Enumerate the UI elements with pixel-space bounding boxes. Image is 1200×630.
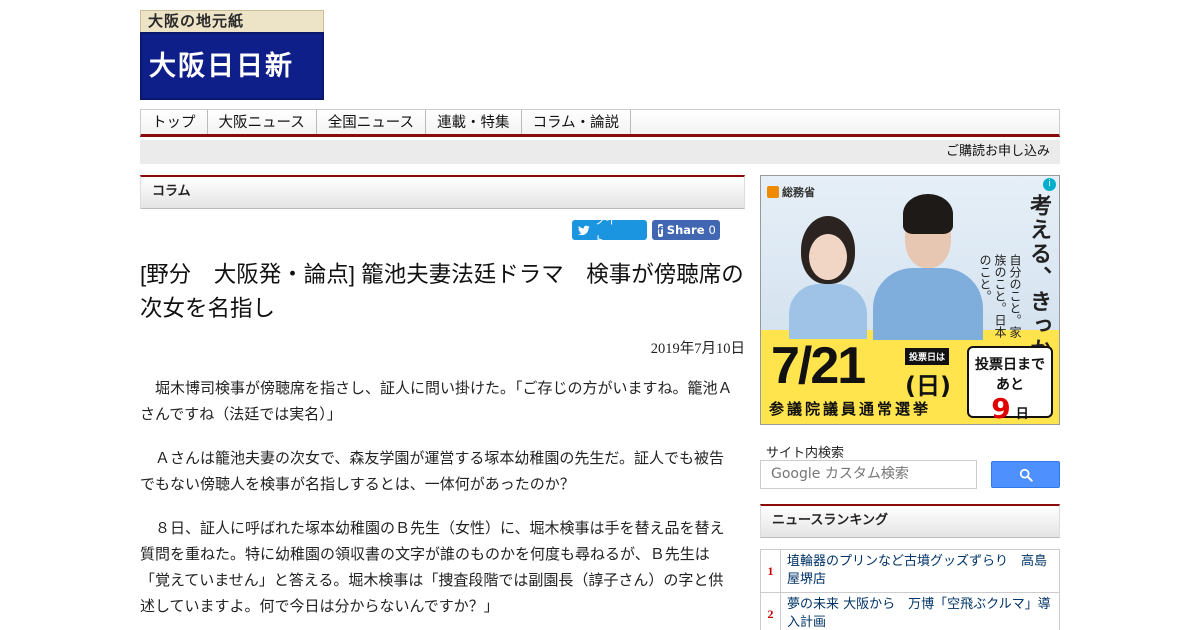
facebook-icon: f — [658, 223, 663, 237]
ranking-item[interactable]: 1 埴輪器のプリンなど古墳グッズずらり 高島屋堺店 — [760, 550, 1060, 593]
ranking-link[interactable]: 夢の未来 大阪から 万博「空飛ぶクルマ」導入計画 — [781, 593, 1059, 630]
tweet-button[interactable]: ツイート — [572, 213, 647, 247]
ranking-item[interactable]: 2 夢の未来 大阪から 万博「空飛ぶクルマ」導入計画 — [760, 593, 1060, 630]
ad-ministry-logo: 総務省 — [767, 184, 815, 200]
article-paragraph: ８日、証人に呼ばれた塚本幼稚園のＢ先生（女性）に、堀木検事は手を替え品を替え質問… — [140, 519, 725, 615]
ad-ministry: 総務省 — [782, 186, 815, 199]
ranking-number: 2 — [761, 593, 781, 630]
ad-banner[interactable]: i 総務省 考える、きっかけ。 自分のこと。家族のこと。日本のこと。 7/21 … — [760, 175, 1060, 425]
sub-bar: ご購読お申し込み — [140, 140, 1060, 164]
twitter-icon — [578, 225, 590, 235]
article-paragraph: Ａさんは籠池夫妻の次女で、森友学園が運営する塚本幼稚園の先生だ。証人でも被告でも… — [140, 449, 724, 493]
tweet-label: ツイート — [593, 213, 629, 247]
nav-item-osaka-news[interactable]: 大阪ニュース — [208, 110, 317, 134]
ad-countdown: 投票日まであと 9 日 — [967, 346, 1053, 424]
facebook-share-label: Share — [666, 223, 705, 237]
ad-election-name: 参議院議員通常選挙 — [769, 400, 932, 418]
logo-tagline: 大阪の地元紙 — [140, 10, 324, 32]
article-title: [野分 大阪発・論点] 籠池夫妻法廷ドラマ 検事が傍聴席の次女を名指し — [140, 262, 744, 321]
article-paragraph: 堀木博司検事が傍聴席を指さし、証人に問い掛けた。「ご存じの方がいますね。籠池Ａさ… — [140, 379, 733, 423]
nav-item-column[interactable]: コラム・論説 — [522, 110, 632, 134]
article-body: 堀木博司検事が傍聴席を指さし、証人に問い掛けた。「ご存じの方がいますね。籠池Ａさ… — [140, 375, 735, 630]
site-logo[interactable]: 大阪の地元紙 大阪日日新聞 — [140, 10, 324, 148]
article-date: 2019年7月10日 — [650, 341, 745, 357]
ad-info-icon[interactable]: i — [1043, 178, 1056, 191]
ad-countdown-number: 9 — [991, 392, 1011, 425]
ad-countdown-unit: 日 — [1015, 407, 1029, 422]
ministry-mark-icon — [767, 186, 779, 198]
search-input[interactable]: Google カスタム検索 — [760, 460, 977, 489]
site-search-label: サイト内検索 — [766, 446, 845, 461]
facebook-share-button[interactable]: f Share 0 — [652, 220, 720, 240]
nav-item-top[interactable]: トップ — [141, 110, 208, 134]
ranking-header: ニュースランキング — [760, 504, 1060, 538]
ad-tag: 投票日は — [905, 348, 950, 365]
ad-day: (日) — [905, 372, 951, 400]
nav-item-series[interactable]: 連載・特集 — [426, 110, 522, 134]
ranking-number: 1 — [761, 550, 781, 592]
ranking-link[interactable]: 埴輪器のプリンなど古墳グッズずらり 高島屋堺店 — [781, 550, 1059, 592]
ad-countdown-label: 投票日まであと — [975, 357, 1045, 393]
search-icon — [1019, 468, 1033, 482]
main-nav: トップ 大阪ニュース 全国ニュース 連載・特集 コラム・論説 — [140, 109, 1060, 137]
ad-subcopy: 自分のこと。家族のこと。日本のこと。 — [978, 254, 1022, 338]
facebook-share-count: 0 — [708, 223, 716, 237]
search-button[interactable] — [991, 461, 1060, 488]
ad-person-woman — [789, 216, 867, 339]
ad-date: 7/21 — [771, 337, 866, 395]
nav-item-national-news[interactable]: 全国ニュース — [317, 110, 427, 134]
subscribe-link[interactable]: ご購読お申し込み — [946, 144, 1050, 159]
logo-text: 大阪日日新聞 — [140, 32, 324, 148]
ranking-list: 1 埴輪器のプリンなど古墳グッズずらり 高島屋堺店 2 夢の未来 大阪から 万博… — [760, 549, 1060, 630]
section-header: コラム — [140, 175, 745, 209]
ad-person-man — [873, 194, 983, 340]
